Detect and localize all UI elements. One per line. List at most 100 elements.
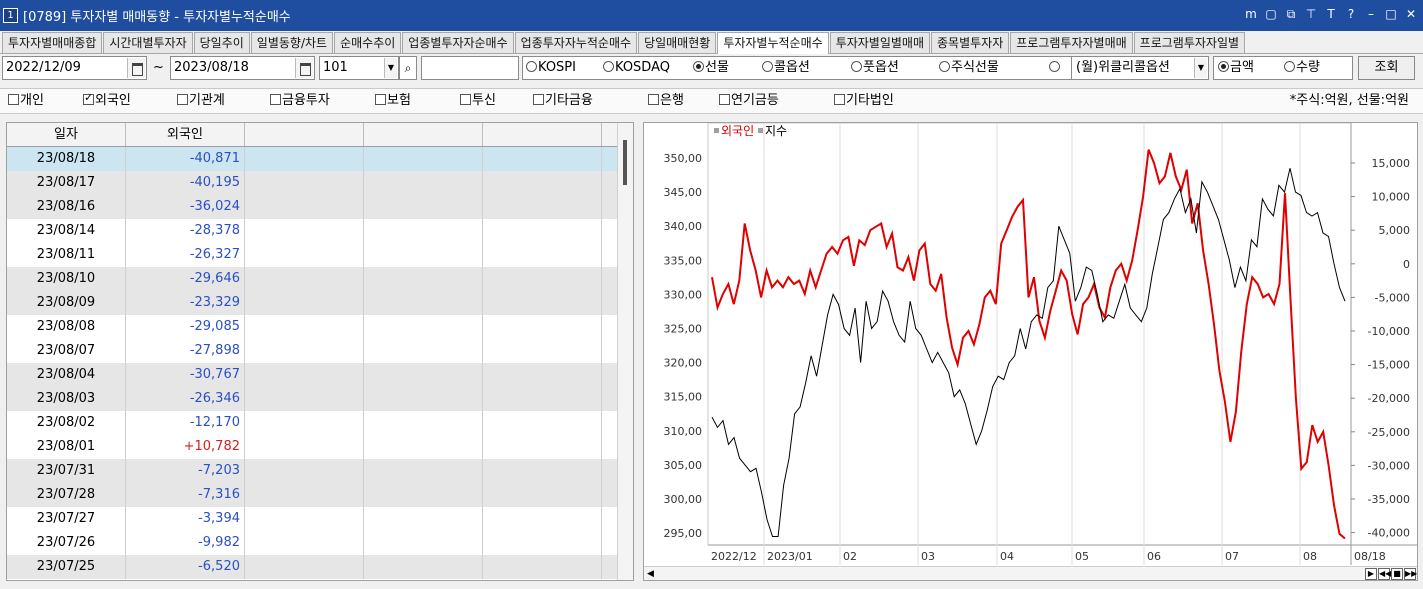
table-row[interactable]: 23/08/10 -29,646 bbox=[7, 267, 619, 291]
link-icon[interactable]: ⧉ bbox=[1285, 7, 1297, 21]
radio-put-option[interactable]: 풋옵션 bbox=[851, 56, 899, 80]
table-row[interactable]: 23/08/16 -36,024 bbox=[7, 195, 619, 219]
checkbox-financial-investment[interactable]: 금융투자 bbox=[270, 93, 330, 109]
table-row[interactable]: 23/07/25 -6,520 bbox=[7, 555, 619, 579]
tab-2[interactable]: 당일추이 bbox=[193, 32, 250, 53]
radio-amount[interactable]: 금액 bbox=[1218, 56, 1254, 80]
search-button[interactable]: 조회 bbox=[1358, 56, 1415, 80]
table-row[interactable]: 23/08/07 -27,898 bbox=[7, 339, 619, 363]
checkbox-individual[interactable]: 개인 bbox=[8, 93, 44, 109]
checkbox-institution[interactable]: 기관계 bbox=[177, 93, 225, 109]
zoom-in-icon[interactable]: ▶▶ bbox=[1404, 568, 1417, 580]
checkbox-other-financial[interactable]: 기타금융 bbox=[533, 93, 593, 109]
tab-0[interactable]: 투자자별매매종합 bbox=[2, 32, 103, 53]
radio-weekly[interactable] bbox=[1049, 56, 1061, 80]
cell-date: 23/08/14 bbox=[7, 219, 126, 243]
zoom-out-icon[interactable]: ◀◀ bbox=[1378, 568, 1391, 580]
legend-foreign: 외국인 bbox=[721, 124, 755, 138]
table-row[interactable]: 23/08/09 -23,329 bbox=[7, 291, 619, 315]
scroll-right-icon[interactable]: ▶ bbox=[1365, 568, 1377, 580]
table-row[interactable]: 23/08/02 -12,170 bbox=[7, 411, 619, 435]
tab-3[interactable]: 일별동향/차트 bbox=[250, 32, 334, 53]
table-row[interactable]: 23/08/04 -30,767 bbox=[7, 363, 619, 387]
right-tick-label: 0 bbox=[1403, 258, 1410, 271]
header-date[interactable]: 일자 bbox=[7, 123, 126, 146]
tab-4[interactable]: 순매수추이 bbox=[334, 32, 402, 53]
minimize-icon[interactable]: – bbox=[1365, 7, 1377, 21]
checkbox-pension[interactable]: 연기금등 bbox=[719, 93, 779, 109]
tab-1[interactable]: 시간대별투자자 bbox=[103, 32, 193, 53]
calendar-icon[interactable] bbox=[127, 58, 145, 78]
code-name-input[interactable] bbox=[421, 56, 519, 80]
tab-12[interactable]: 프로그램투자자일별 bbox=[1133, 32, 1246, 53]
checkbox-insurance[interactable]: 보험 bbox=[375, 93, 411, 109]
radio-stock-futures[interactable]: 주식선물 bbox=[939, 56, 999, 80]
radio-icon bbox=[1049, 61, 1060, 72]
radio-futures[interactable]: 선물 bbox=[693, 56, 729, 80]
checkbox-icon bbox=[834, 94, 845, 105]
menu-icon[interactable]: m bbox=[1245, 7, 1257, 21]
tab-6[interactable]: 업종투자자누적순매수 bbox=[514, 32, 638, 53]
table-row[interactable]: 23/07/27 -3,394 bbox=[7, 507, 619, 531]
tab-10[interactable]: 종목별투자자 bbox=[931, 32, 1010, 53]
table-row[interactable]: 23/08/08 -29,085 bbox=[7, 315, 619, 339]
save-icon[interactable]: ▢ bbox=[1265, 7, 1277, 21]
header-foreign[interactable]: 외국인 bbox=[126, 123, 245, 146]
cell-foreign-value: -40,195 bbox=[126, 171, 245, 195]
table-row[interactable]: 23/08/17 -40,195 bbox=[7, 171, 619, 195]
radio-quantity[interactable]: 수량 bbox=[1284, 56, 1320, 80]
scrollbar-thumb[interactable] bbox=[623, 140, 627, 185]
radio-call-option[interactable]: 콜옵션 bbox=[762, 56, 810, 80]
table-row[interactable]: 23/08/18 -40,871 bbox=[7, 147, 619, 171]
chevron-down-icon[interactable]: ▼ bbox=[384, 58, 397, 78]
radio-icon bbox=[603, 61, 614, 72]
scroll-left-icon[interactable]: ◀ bbox=[647, 569, 654, 579]
table-row[interactable]: 23/08/03 -26,346 bbox=[7, 387, 619, 411]
cell-empty bbox=[245, 267, 364, 291]
search-icon[interactable]: ⌕ bbox=[399, 56, 417, 80]
help-icon[interactable]: ? bbox=[1345, 7, 1357, 21]
stop-icon[interactable]: ■ bbox=[1391, 568, 1403, 580]
table-row[interactable]: 23/07/26 -9,982 bbox=[7, 531, 619, 555]
window-number-badge[interactable]: 1 bbox=[3, 8, 18, 23]
pin-icon[interactable]: ⊤ bbox=[1305, 7, 1317, 21]
vertical-scrollbar[interactable] bbox=[617, 123, 633, 580]
cell-foreign-value: -29,085 bbox=[126, 315, 245, 339]
table-row[interactable]: 23/07/31 -7,203 bbox=[7, 459, 619, 483]
table-row[interactable]: 23/07/28 -7,316 bbox=[7, 483, 619, 507]
horizontal-scrollbar[interactable]: ◀ ▶ ◀◀ ■ ▶▶ bbox=[644, 566, 1417, 580]
weekly-option-select[interactable]: (월)위클리콜옵션 ▼ bbox=[1071, 56, 1209, 80]
cell-empty bbox=[483, 363, 602, 387]
tab-9[interactable]: 투자자별일별매매 bbox=[829, 32, 931, 53]
chevron-down-icon[interactable]: ▼ bbox=[1194, 58, 1207, 78]
legend-swatch bbox=[714, 128, 719, 133]
maximize-icon[interactable]: □ bbox=[1385, 7, 1397, 21]
cell-empty bbox=[245, 387, 364, 411]
close-icon[interactable]: ✕ bbox=[1405, 7, 1417, 21]
end-date-field[interactable]: 2023/08/18 bbox=[170, 56, 315, 80]
radio-kosdaq[interactable]: KOSDAQ bbox=[603, 56, 670, 80]
cell-empty bbox=[483, 147, 602, 171]
checkbox-bank[interactable]: 은행 bbox=[648, 93, 684, 109]
x-tick-label: 07 bbox=[1225, 550, 1239, 563]
calendar-icon[interactable] bbox=[295, 58, 313, 78]
tab-8[interactable]: 투자자별누적순매수 bbox=[717, 32, 829, 54]
checkbox-other-corporation[interactable]: 기타법인 bbox=[834, 93, 894, 109]
font-icon[interactable]: T bbox=[1325, 7, 1337, 21]
checkbox-foreign[interactable]: 외국인 bbox=[83, 92, 131, 109]
tab-5[interactable]: 업종별투자자순매수 bbox=[402, 32, 514, 53]
tab-11[interactable]: 프로그램투자자별매매 bbox=[1010, 32, 1133, 53]
search-controls: 2022/12/09 ~ 2023/08/18 101 ▼ ⌕ KOSPI KO… bbox=[0, 55, 1423, 84]
table-row[interactable]: 23/08/01 +10,782 bbox=[7, 435, 619, 459]
tab-7[interactable]: 당일매매현황 bbox=[638, 32, 717, 53]
checkbox-investment-trust[interactable]: 투신 bbox=[460, 93, 496, 109]
cell-date: 23/07/25 bbox=[7, 555, 126, 579]
cell-empty bbox=[364, 531, 483, 555]
table-row[interactable]: 23/08/14 -28,378 bbox=[7, 219, 619, 243]
table-row[interactable]: 23/08/11 -26,327 bbox=[7, 243, 619, 267]
x-tick-label: 06 bbox=[1147, 550, 1161, 563]
radio-kospi[interactable]: KOSPI bbox=[526, 56, 576, 80]
x-tick-label: 2023/01 bbox=[767, 550, 813, 563]
code-select[interactable]: 101 ▼ bbox=[319, 56, 399, 80]
start-date-field[interactable]: 2022/12/09 bbox=[2, 56, 147, 80]
